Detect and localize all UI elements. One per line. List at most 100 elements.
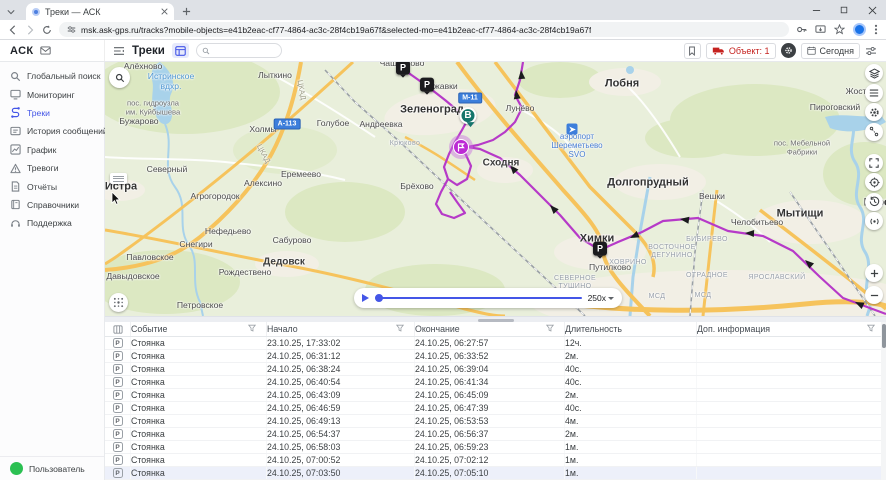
filter-icon[interactable]	[546, 324, 554, 334]
chevron-down-icon	[608, 297, 614, 300]
maximize-icon[interactable]	[830, 0, 858, 20]
site-settings-icon[interactable]	[67, 25, 76, 34]
fit-track-button[interactable]	[109, 293, 128, 312]
object-button[interactable]: Объект: 1	[706, 43, 776, 59]
ruler-map-button[interactable]	[865, 123, 883, 141]
signal-map-button[interactable]	[865, 212, 883, 230]
sidebar-item-label: Мониторинг	[27, 90, 75, 100]
map-legend-button[interactable]	[110, 173, 127, 184]
sidebar-item-message[interactable]: История сообщений	[0, 122, 104, 140]
expand-map-button[interactable]	[865, 154, 883, 172]
minimize-icon[interactable]	[802, 0, 830, 20]
sidebar-item-label: Справочники	[27, 200, 79, 210]
cell-event: Стоянка	[131, 350, 267, 362]
settings-sliders-icon[interactable]	[865, 46, 877, 56]
close-window-icon[interactable]	[858, 0, 886, 20]
table-row[interactable]: PСтоянка24.10.25, 06:38:2424.10.25, 06:3…	[105, 363, 886, 376]
user-avatar	[10, 462, 23, 475]
history-map-button[interactable]	[865, 193, 883, 211]
cell-end: 24.10.25, 06:47:39	[415, 402, 565, 414]
search-input[interactable]	[213, 46, 273, 56]
table-row[interactable]: PСтоянка24.10.25, 06:40:5424.10.25, 06:4…	[105, 376, 886, 389]
gear-map-button[interactable]	[865, 103, 883, 121]
filter-icon[interactable]	[248, 324, 256, 334]
play-icon[interactable]	[362, 294, 369, 302]
browser-tab[interactable]: Треки — АСК	[26, 3, 174, 20]
passwords-key-icon[interactable]	[796, 24, 807, 35]
map-zoom-controls	[865, 264, 883, 304]
date-button[interactable]: Сегодня	[801, 43, 861, 59]
column-header[interactable]: Длительность	[565, 322, 697, 336]
map[interactable]: АлёхновоИстринское вдхр.пос. гидроузла и…	[105, 62, 886, 316]
cell-duration: 1м.	[565, 454, 697, 466]
parking-event-icon: P	[113, 364, 123, 374]
table-row[interactable]: PСтоянка24.10.25, 06:54:3724.10.25, 06:5…	[105, 428, 886, 441]
columns-settings-icon[interactable]	[105, 322, 131, 336]
cell-event: Стоянка	[131, 402, 267, 414]
cell-start: 24.10.25, 06:40:54	[267, 376, 415, 388]
url-field[interactable]: msk.ask-gps.ru/tracks?mobile-objects=e41…	[59, 22, 789, 37]
column-header[interactable]: Событие	[131, 322, 267, 336]
table-row[interactable]: PСтоянка24.10.25, 06:58:0324.10.25, 06:5…	[105, 441, 886, 454]
browser-urlbar: msk.ask-gps.ru/tracks?mobile-objects=e41…	[0, 20, 886, 40]
playback-slider[interactable]	[375, 294, 582, 302]
table-row[interactable]: PСтоянка24.10.25, 07:00:5224.10.25, 07:0…	[105, 454, 886, 467]
column-header[interactable]: Начало	[267, 322, 415, 336]
sidebar-item-chart[interactable]: График	[0, 141, 104, 159]
table-row[interactable]: PСтоянка24.10.25, 06:46:5924.10.25, 06:4…	[105, 402, 886, 415]
new-tab-button[interactable]	[176, 3, 196, 20]
table-view-toggle[interactable]	[172, 43, 189, 58]
column-header[interactable]: Доп. информация	[697, 322, 886, 336]
target-map-button[interactable]	[865, 173, 883, 191]
sidebar-item-monitor[interactable]: Мониторинг	[0, 85, 104, 103]
cell-event: Стоянка	[131, 415, 267, 427]
menu-dots-icon[interactable]	[874, 24, 878, 35]
sidebar-item-search[interactable]: Глобальный поиск	[0, 67, 104, 85]
sidebar-item-support[interactable]: Поддержка	[0, 214, 104, 232]
table-row[interactable]: PСтоянка24.10.25, 06:43:0924.10.25, 06:4…	[105, 389, 886, 402]
tab-search-icon[interactable]	[0, 4, 22, 20]
cell-event: Стоянка	[131, 363, 267, 375]
layers-map-button[interactable]	[865, 64, 883, 82]
cell-duration: 40с.	[565, 376, 697, 388]
cell-start: 24.10.25, 06:31:12	[267, 350, 415, 362]
install-icon[interactable]	[815, 24, 826, 35]
cell-end: 24.10.25, 06:33:52	[415, 350, 565, 362]
filter-icon[interactable]	[867, 324, 875, 334]
table-scrollbar[interactable]	[881, 322, 886, 480]
zoom-out-button[interactable]	[865, 286, 883, 304]
object-count-label: Объект: 1	[729, 46, 770, 56]
cell-event: Стоянка	[131, 389, 267, 401]
forward-icon[interactable]	[25, 25, 35, 35]
zoom-in-button[interactable]	[865, 264, 883, 282]
table-row[interactable]: PСтоянка23.10.25, 17:33:0224.10.25, 06:2…	[105, 337, 886, 350]
parking-event-icon: P	[113, 390, 123, 400]
table-row[interactable]: PСтоянка24.10.25, 07:03:5024.10.25, 07:0…	[105, 467, 886, 480]
reload-icon[interactable]	[42, 25, 52, 35]
sidebar-item-alarm[interactable]: Тревоги	[0, 159, 104, 177]
table-row[interactable]: PСтоянка24.10.25, 06:31:1224.10.25, 06:3…	[105, 350, 886, 363]
filter-icon[interactable]	[396, 324, 404, 334]
column-header[interactable]: Окончание	[415, 322, 565, 336]
map-search-button[interactable]	[109, 67, 130, 88]
envelope-icon[interactable]	[40, 46, 51, 55]
sidebar-item-report[interactable]: Отчёты	[0, 177, 104, 195]
list-map-button[interactable]	[865, 84, 883, 102]
cell-extra	[697, 454, 886, 466]
user-block[interactable]: Пользователь	[0, 456, 104, 480]
sidebar-item-route[interactable]: Треки	[0, 104, 104, 122]
sidebar-item-book[interactable]: Справочники	[0, 196, 104, 214]
bookmark-star-icon[interactable]	[834, 24, 845, 35]
support-icon	[10, 218, 21, 229]
toolbar-search[interactable]	[196, 43, 282, 58]
object-settings-gear-icon[interactable]	[781, 43, 796, 58]
table-row[interactable]: PСтоянка24.10.25, 06:49:1324.10.25, 06:5…	[105, 415, 886, 428]
bookmark-button[interactable]	[684, 43, 701, 59]
collapse-panel-icon[interactable]	[113, 46, 125, 56]
back-icon[interactable]	[8, 25, 18, 35]
playback-speed[interactable]: 250х	[588, 293, 614, 303]
events-table: СобытиеНачалоОкончаниеДлительностьДоп. и…	[105, 322, 886, 480]
cell-end: 24.10.25, 07:05:10	[415, 467, 565, 479]
profile-avatar[interactable]	[853, 23, 866, 36]
tab-close-icon[interactable]	[161, 8, 168, 15]
